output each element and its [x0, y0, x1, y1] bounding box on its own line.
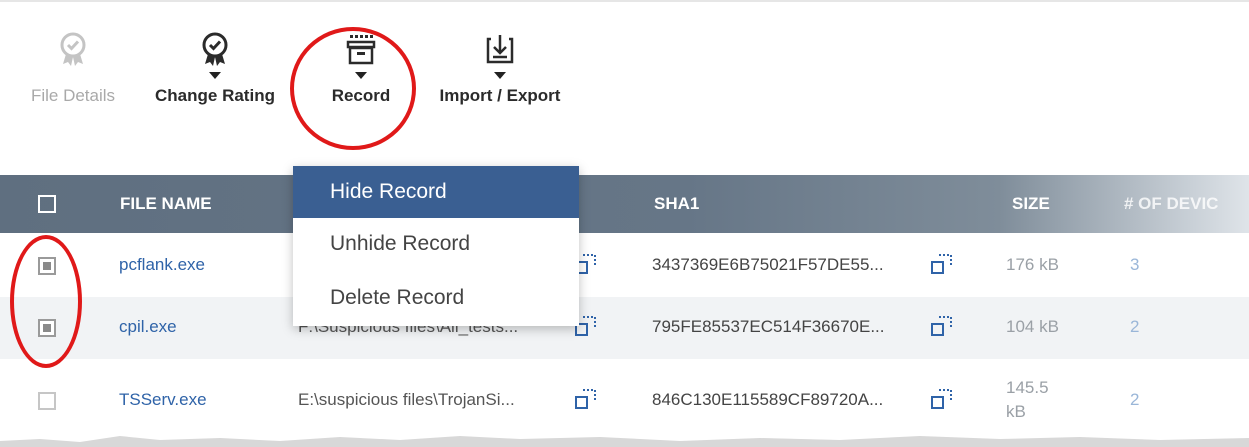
column-header-file-name[interactable]: FILE NAME	[120, 175, 212, 233]
file-size: 176 kB	[1006, 255, 1059, 274]
select-all-checkbox[interactable]	[38, 195, 56, 213]
chevron-down-icon	[494, 72, 506, 79]
file-path: E:\suspicious files\TrojanSi...	[298, 390, 515, 409]
torn-paper-edge	[0, 436, 1249, 447]
table-row[interactable]: pcflank.exe 3437369E6B75021F57DE55... 17…	[0, 235, 1249, 297]
column-header-size[interactable]: SIZE	[1012, 175, 1050, 233]
file-size: 104 kB	[1006, 317, 1059, 336]
chevron-down-icon	[209, 72, 221, 79]
file-size: 145.5 kB	[1006, 378, 1049, 421]
copy-icon[interactable]	[930, 252, 954, 276]
change-rating-button[interactable]: Change Rating	[148, 20, 282, 140]
award-badge-icon	[198, 32, 232, 66]
import-export-button[interactable]: Import / Export	[428, 20, 572, 140]
top-divider	[0, 0, 1249, 2]
copy-icon[interactable]	[930, 387, 954, 411]
sha1-hash: 3437369E6B75021F57DE55...	[652, 255, 884, 274]
column-header-sha1[interactable]: SHA1	[654, 175, 699, 233]
copy-icon[interactable]	[574, 387, 598, 411]
column-header-devices[interactable]: # OF DEVIC	[1124, 175, 1218, 233]
file-details-button[interactable]: File Details	[20, 20, 126, 140]
record-dropdown-menu: Hide Record Unhide Record Delete Record	[293, 166, 579, 326]
screenshot-frame: File Details Change Rating Record Import…	[0, 0, 1249, 447]
annotation-circle-record	[290, 27, 416, 150]
device-count-link[interactable]: 2	[1130, 317, 1139, 337]
award-badge-icon	[56, 32, 90, 66]
table-header: FILE NAME SHA1 SIZE # OF DEVIC	[0, 175, 1249, 233]
device-count-link[interactable]: 2	[1130, 390, 1139, 410]
sha1-hash: 846C130E115589CF89720A...	[652, 390, 884, 409]
menu-item-unhide-record[interactable]: Unhide Record	[293, 218, 579, 270]
file-name-link[interactable]: cpil.exe	[119, 317, 177, 337]
file-details-label: File Details	[30, 86, 116, 105]
import-export-label: Import / Export	[439, 86, 561, 105]
download-tray-icon	[483, 32, 517, 66]
annotation-circle-checkboxes	[10, 235, 82, 368]
table-row[interactable]: cpil.exe F:\Suspicious files\All_tests..…	[0, 297, 1249, 359]
change-rating-label: Change Rating	[155, 86, 275, 105]
menu-item-hide-record[interactable]: Hide Record	[293, 166, 579, 218]
sha1-hash: 795FE85537EC514F36670E...	[652, 317, 885, 336]
copy-icon[interactable]	[930, 314, 954, 338]
menu-item-delete-record[interactable]: Delete Record	[293, 272, 579, 324]
row-checkbox[interactable]	[38, 392, 56, 410]
file-name-link[interactable]: TSServ.exe	[119, 390, 207, 410]
file-name-link[interactable]: pcflank.exe	[119, 255, 205, 275]
device-count-link[interactable]: 3	[1130, 255, 1139, 275]
